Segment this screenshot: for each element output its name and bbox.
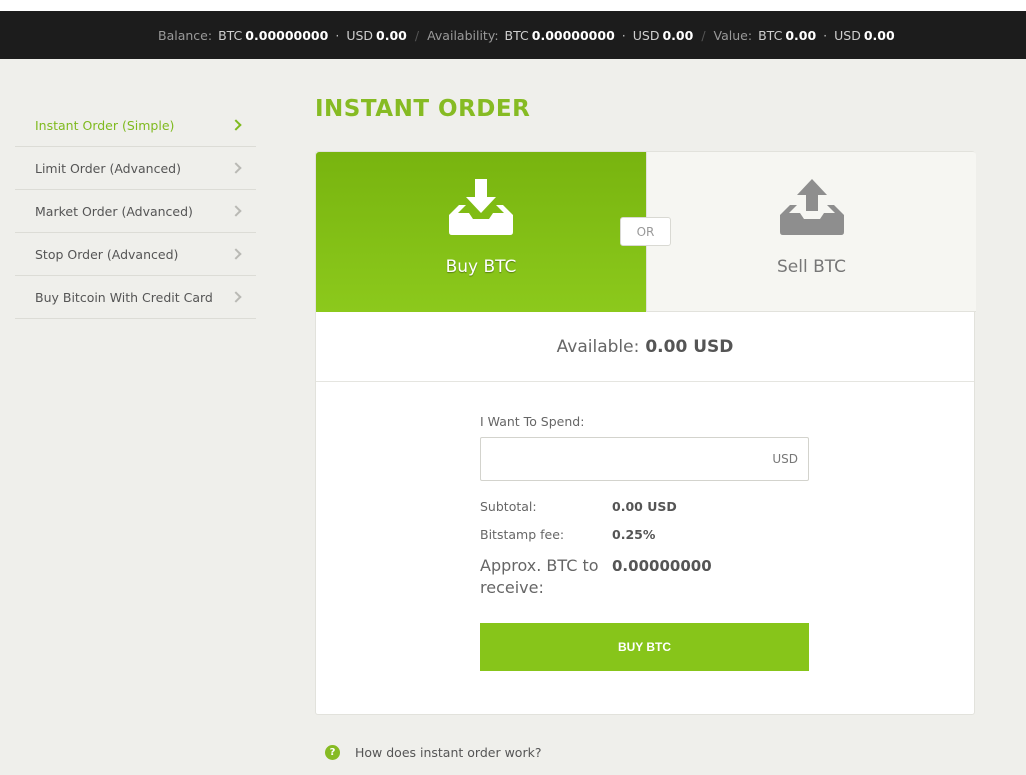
chevron-right-icon	[230, 205, 242, 217]
availability-usd-currency: USD	[632, 27, 660, 43]
chevron-right-icon	[230, 248, 242, 260]
download-tray-icon	[449, 179, 513, 235]
value-usd-currency: USD	[834, 27, 861, 43]
instant-order-card: Buy BTC OR Sell BTC Available: 0.00 USD …	[315, 151, 976, 715]
value-btc-value: 0.00	[785, 27, 817, 43]
buy-form: I Want To Spend: USD Subtotal: 0.00 USD …	[480, 414, 810, 671]
sidebar-item-label: Buy Bitcoin With Credit Card	[35, 289, 213, 305]
balance-usd-currency: USD	[346, 27, 374, 43]
balance-btc-value: 0.00000000	[245, 27, 329, 43]
amount-field: USD	[480, 437, 809, 481]
approx-row: Approx. BTC to receive: 0.00000000	[480, 555, 810, 599]
buy-btc-button[interactable]: BUY BTC	[480, 623, 809, 671]
approx-value: 0.00000000	[612, 557, 712, 575]
amount-input[interactable]	[481, 438, 751, 480]
chevron-right-icon	[230, 162, 242, 174]
fee-label: Bitstamp fee:	[480, 527, 565, 542]
value-label: Value:	[713, 27, 753, 43]
available-value: 0.00 USD	[645, 336, 734, 357]
sidebar-item-label: Limit Order (Advanced)	[35, 160, 181, 176]
chevron-right-icon	[230, 291, 242, 303]
sidebar-item-instant-order[interactable]: Instant Order (Simple)	[15, 104, 256, 147]
sidebar-nav: Instant Order (Simple) Limit Order (Adva…	[15, 104, 256, 319]
balance-btc-currency: BTC	[218, 27, 243, 43]
balance-bar: Balance: BTC 0.00000000 · USD 0.00 / Ava…	[0, 11, 1026, 59]
sidebar-item-market-order[interactable]: Market Order (Advanced)	[15, 190, 256, 233]
value-btc-currency: BTC	[758, 27, 783, 43]
balance-label: Balance:	[158, 27, 213, 43]
sidebar-item-stop-order[interactable]: Stop Order (Advanced)	[15, 233, 256, 276]
buy-btc-tab[interactable]: Buy BTC	[316, 152, 646, 312]
help-link[interactable]: ? How does instant order work?	[325, 745, 541, 760]
sell-btc-tab[interactable]: Sell BTC	[646, 152, 976, 312]
separator-dot: ·	[823, 27, 828, 43]
separator-slash: /	[701, 27, 706, 43]
amount-unit: USD	[772, 452, 798, 466]
or-badge: OR	[620, 217, 671, 246]
subtotal-value: 0.00 USD	[612, 499, 677, 514]
availability-btc-value: 0.00000000	[531, 27, 615, 43]
separator-dot: ·	[335, 27, 340, 43]
chevron-right-icon	[230, 119, 242, 131]
sidebar-item-credit-card[interactable]: Buy Bitcoin With Credit Card	[15, 276, 256, 319]
separator-slash: /	[414, 27, 420, 43]
subtotal-label: Subtotal:	[480, 499, 537, 514]
sidebar-item-label: Stop Order (Advanced)	[35, 246, 179, 262]
sidebar-item-limit-order[interactable]: Limit Order (Advanced)	[15, 147, 256, 190]
top-strip	[0, 0, 1026, 11]
separator-dot: ·	[621, 27, 626, 43]
fee-row: Bitstamp fee: 0.25%	[480, 527, 810, 542]
availability-label: Availability:	[427, 27, 499, 43]
upload-tray-icon	[779, 179, 844, 235]
sidebar-item-label: Instant Order (Simple)	[35, 117, 175, 133]
sell-btc-label: Sell BTC	[776, 257, 847, 277]
sidebar-item-label: Market Order (Advanced)	[35, 203, 193, 219]
subtotal-row: Subtotal: 0.00 USD	[480, 499, 810, 514]
availability-usd-value: 0.00	[662, 27, 694, 43]
value-usd-value: 0.00	[863, 27, 895, 43]
fee-value: 0.25%	[612, 527, 656, 542]
page-title: INSTANT ORDER	[315, 96, 531, 122]
help-text: How does instant order work?	[355, 745, 542, 760]
available-label: Available:	[556, 336, 640, 357]
approx-label: Approx. BTC to receive:	[480, 556, 599, 597]
available-balance: Available: 0.00 USD	[316, 312, 974, 382]
balance-usd-value: 0.00	[376, 27, 407, 43]
buy-btc-label: Buy BTC	[445, 257, 517, 277]
question-circle-icon: ?	[325, 745, 340, 760]
availability-btc-currency: BTC	[504, 27, 529, 43]
spend-label: I Want To Spend:	[480, 414, 585, 429]
